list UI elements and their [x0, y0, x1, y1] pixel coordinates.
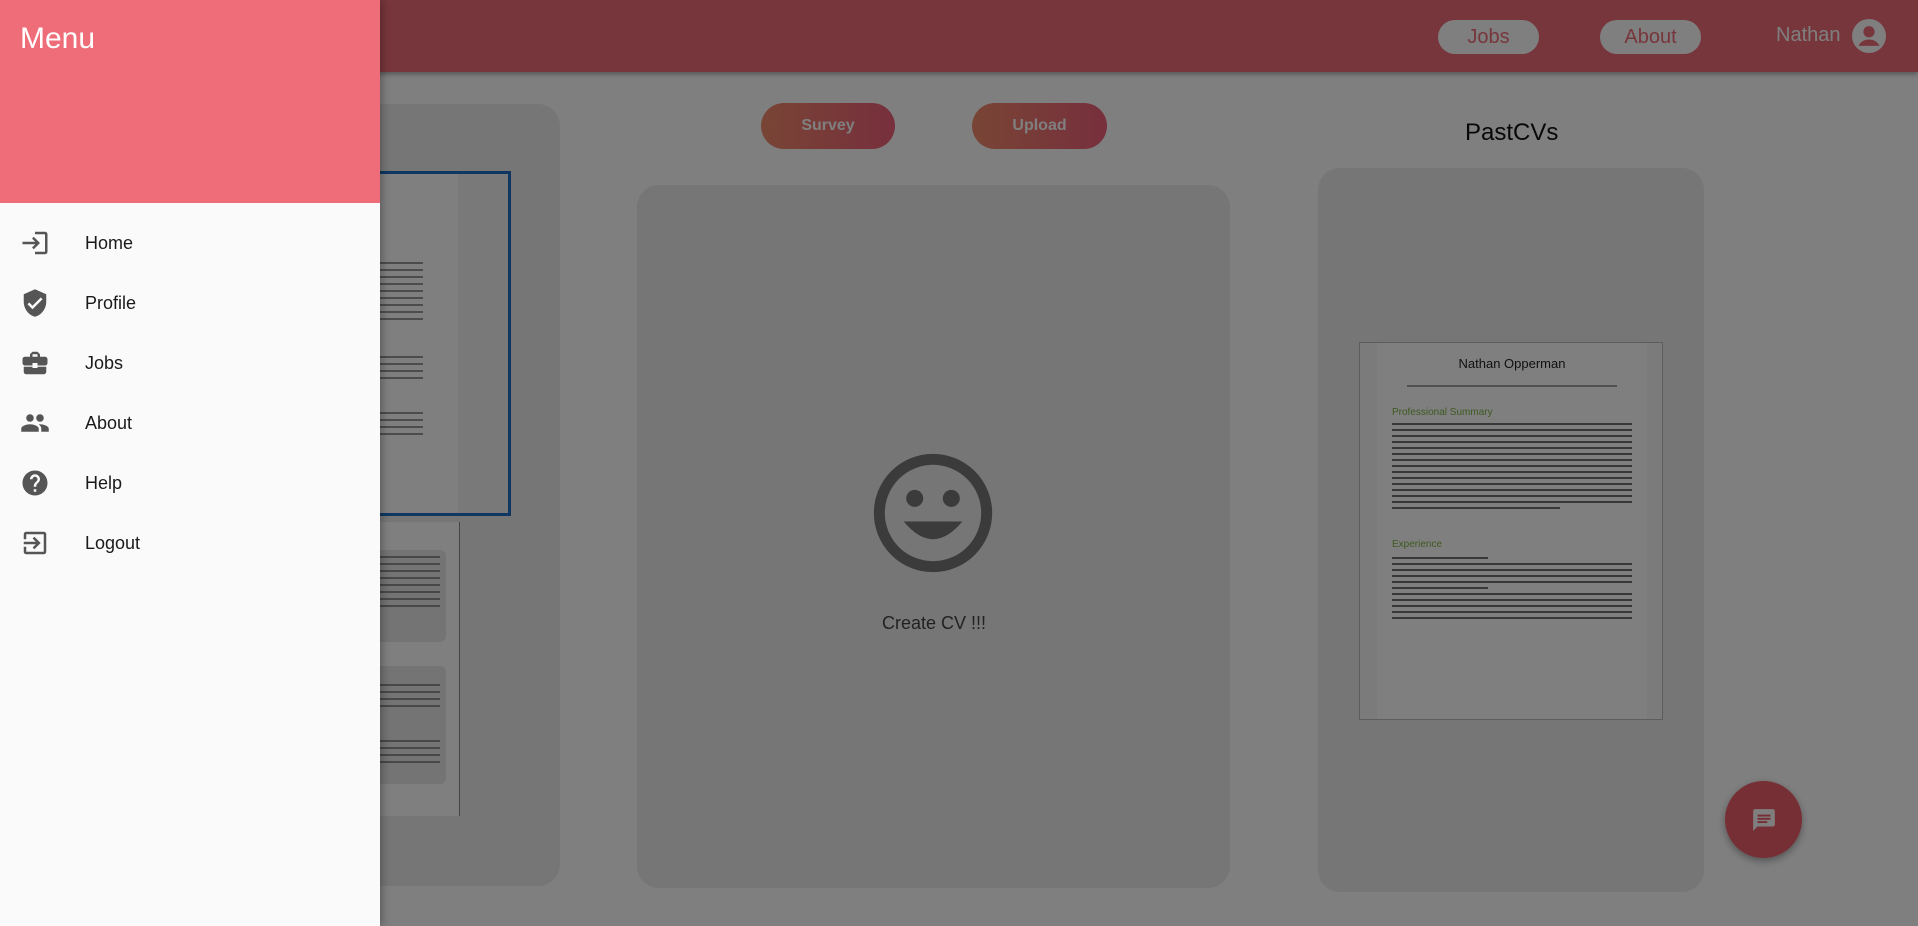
menu-item-logout[interactable]: Logout	[0, 515, 380, 571]
drawer-header: Menu	[0, 0, 380, 203]
menu-item-help[interactable]: Help	[0, 455, 380, 511]
menu-item-jobs[interactable]: Jobs	[0, 335, 380, 391]
menu-item-profile[interactable]: Profile	[0, 275, 380, 331]
verified-shield-icon	[20, 288, 50, 318]
login-icon	[20, 228, 50, 258]
menu-item-home[interactable]: Home	[0, 215, 380, 271]
menu-item-label: Profile	[85, 292, 137, 313]
menu-item-label: Logout	[85, 532, 141, 553]
drawer-title: Menu	[20, 22, 96, 55]
navigation-drawer: Menu Home Profile Jobs About Help Logout	[0, 0, 380, 926]
menu-item-label: Home	[85, 232, 134, 253]
logout-icon	[20, 528, 50, 558]
menu-item-label: Help	[85, 472, 123, 493]
menu-item-about[interactable]: About	[0, 395, 380, 451]
menu-item-label: Jobs	[85, 352, 124, 373]
help-icon	[20, 468, 50, 498]
menu-item-label: About	[85, 412, 133, 433]
people-icon	[20, 408, 50, 438]
briefcase-icon	[20, 348, 50, 378]
